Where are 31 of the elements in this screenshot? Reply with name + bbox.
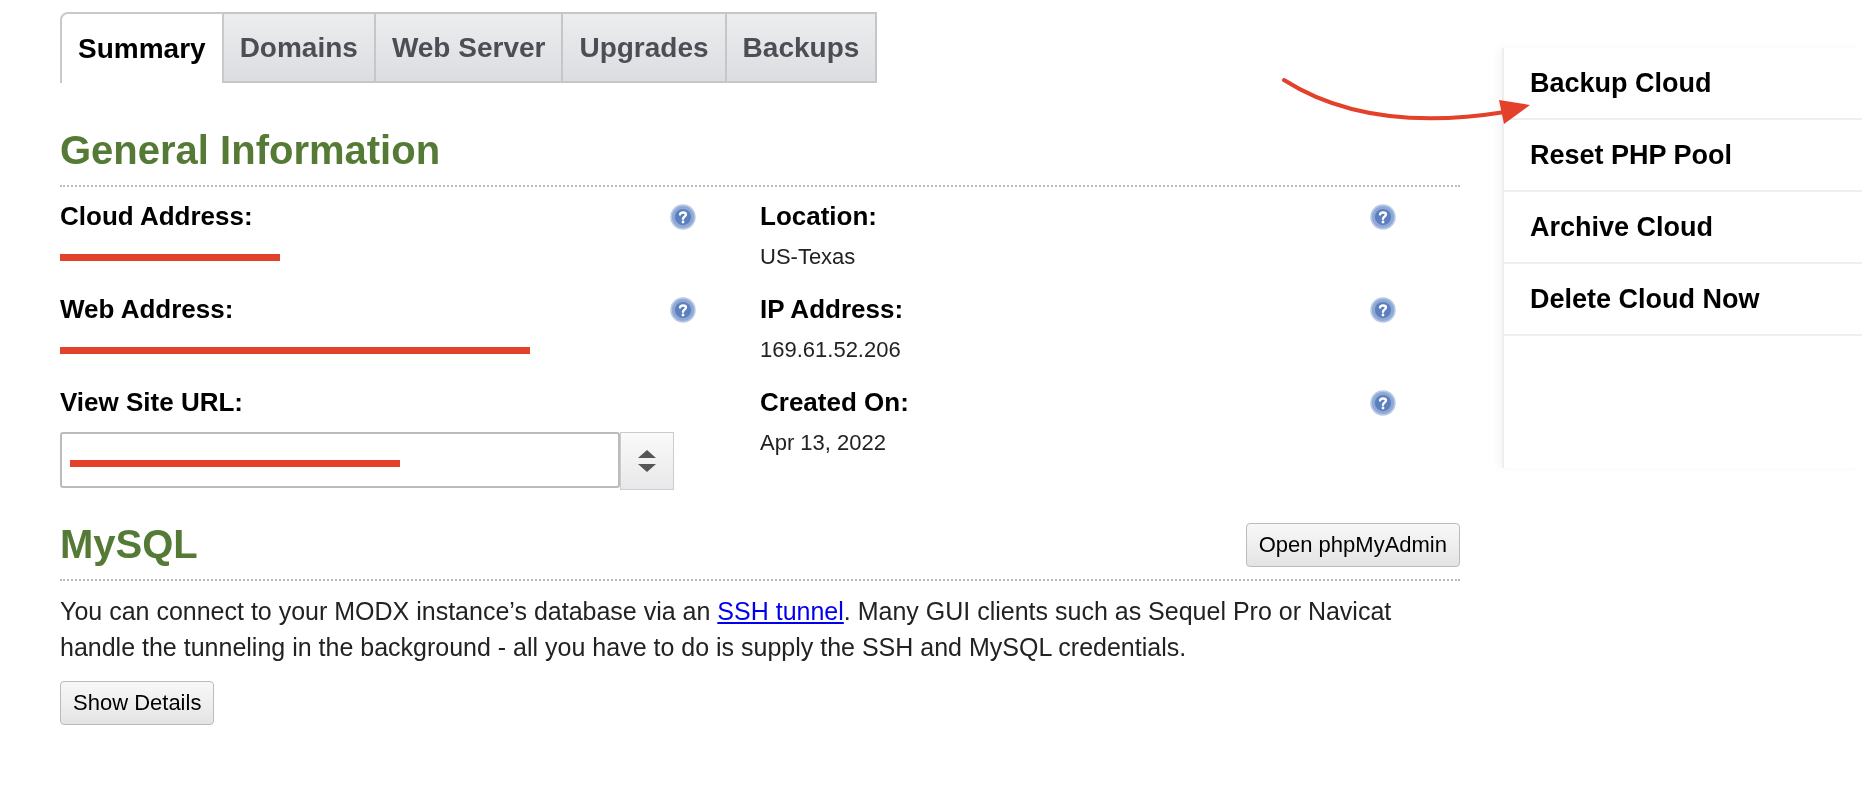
- field-label: Location:: [760, 201, 877, 232]
- field-value: Apr 13, 2022: [760, 430, 886, 456]
- field-label: Cloud Address:: [60, 201, 253, 232]
- section-heading: MySQL: [60, 522, 198, 567]
- tab[interactable]: Domains: [223, 12, 376, 83]
- field-label: Web Address:: [60, 294, 234, 325]
- field-label: IP Address:: [760, 294, 904, 325]
- menu-item[interactable]: Reset PHP Pool: [1504, 120, 1862, 192]
- field-label: Created On:: [760, 387, 909, 418]
- field-value: 169.61.52.206: [760, 337, 901, 363]
- open-phpmyadmin-button[interactable]: Open phpMyAdmin: [1245, 522, 1460, 567]
- help-icon[interactable]: [670, 203, 696, 230]
- field-value: US-Texas: [760, 244, 856, 270]
- url-field[interactable]: [60, 432, 620, 488]
- tab[interactable]: Web Server: [375, 12, 564, 83]
- field-label: View Site URL:: [60, 387, 243, 418]
- help-icon[interactable]: [1370, 296, 1396, 323]
- ssh-tunnel-link[interactable]: SSH tunnel: [717, 597, 844, 625]
- up-down-icon: [637, 448, 657, 474]
- description-text: You can connect to your MODX instance’s database via an SSH tunnel. Many GUI clients such as Sequel Pro or Navicat handle the tunneling in the background - all you have to do is supply the SSH and MySQL credentials.: [60, 596, 1393, 663]
- tab[interactable]: Summary: [60, 12, 224, 83]
- help-icon[interactable]: [670, 296, 696, 323]
- show-details-button[interactable]: Show Details: [60, 681, 215, 725]
- menu-item[interactable]: Archive Cloud: [1504, 192, 1862, 264]
- menu-item[interactable]: Delete Cloud Now: [1504, 264, 1862, 336]
- tab[interactable]: Upgrades: [563, 12, 727, 83]
- tab[interactable]: Backups: [726, 12, 878, 83]
- section-heading: General Information: [60, 128, 442, 173]
- help-icon[interactable]: [1370, 389, 1396, 416]
- spinner-button[interactable]: [620, 432, 674, 490]
- help-icon[interactable]: [1370, 203, 1396, 230]
